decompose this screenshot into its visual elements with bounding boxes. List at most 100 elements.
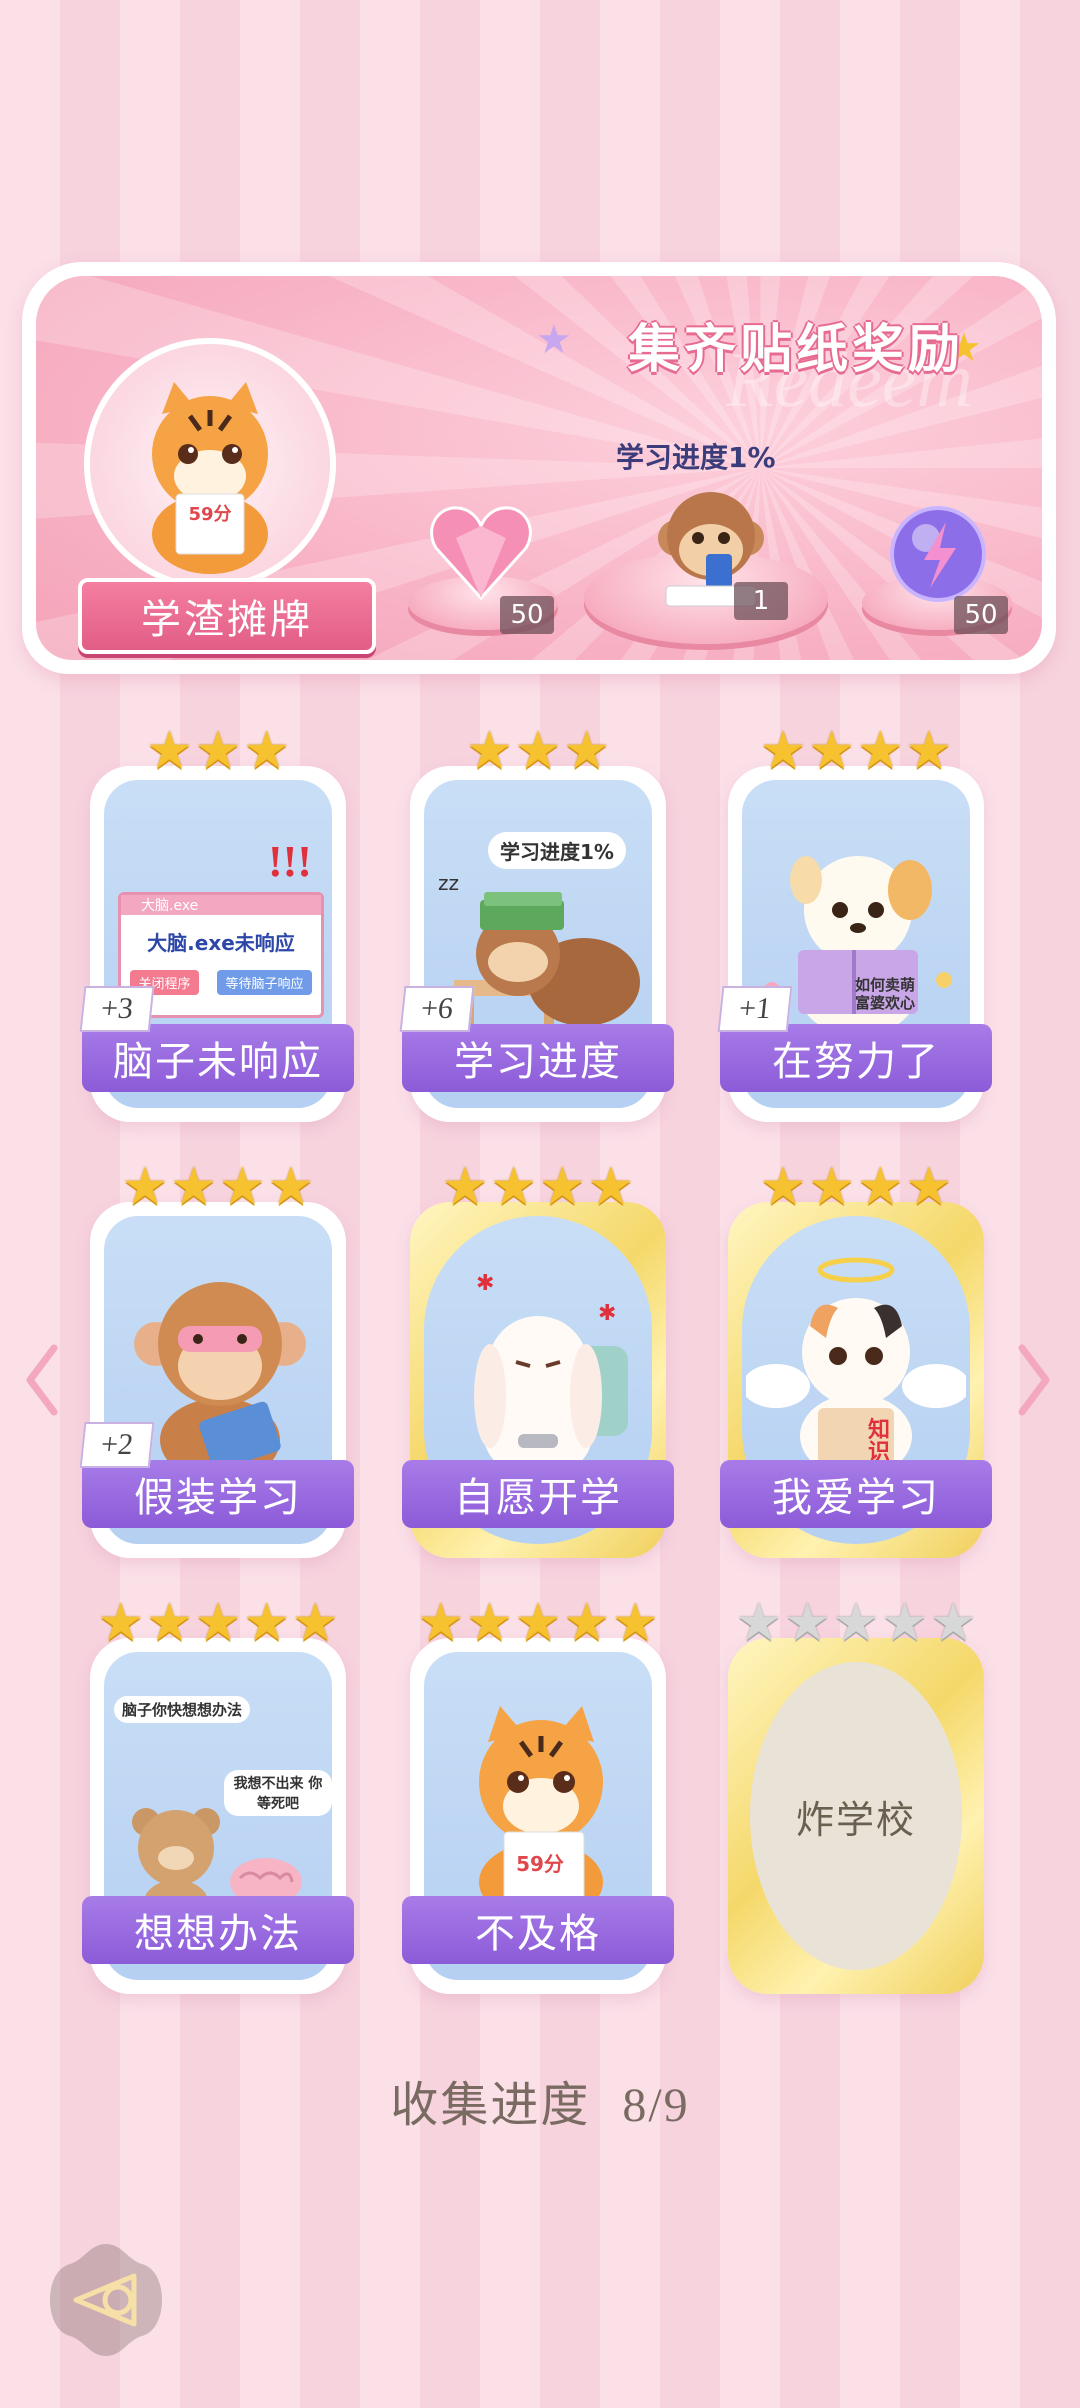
svg-text:✱: ✱ [476, 1271, 494, 1296]
star-icon: ★ [194, 723, 242, 780]
card-label: 脑子未响应 [82, 1024, 354, 1092]
star-icon: ★ [97, 1595, 145, 1652]
card-label: 自愿开学 [402, 1460, 674, 1528]
star-icon: ★ [784, 1595, 831, 1652]
card-label: 在努力了 [720, 1024, 992, 1092]
sticker-card[interactable]: ★ ★ ★ 学习进度1% zz 学习进度 +6 [399, 726, 674, 1122]
player-title-ribbon: 学渣摊牌 [78, 578, 376, 654]
star-icon: ★ [194, 1595, 242, 1652]
star-icon: ★ [759, 1159, 807, 1216]
collection-progress: 收集进度 8/9 [0, 2065, 1080, 2135]
star-icon: ★ [466, 723, 513, 780]
star-icon: ★ [808, 723, 855, 780]
star-icon: ★ [611, 1595, 659, 1652]
star-icon: ★ [267, 1159, 315, 1216]
collection-progress-value: 8/9 [622, 2079, 690, 2132]
star-icon: ★ [417, 1595, 465, 1652]
back-button[interactable] [46, 2240, 166, 2360]
star-icon: ★ [243, 1595, 290, 1652]
test-score: 59分 [516, 1852, 564, 1876]
star-icon: ★ [857, 1159, 904, 1216]
card-label: 想想办法 [82, 1896, 354, 1964]
star-rating: ★ ★ ★ [410, 726, 666, 778]
card-label: 我爱学习 [720, 1460, 992, 1528]
star-icon: ★ [121, 1159, 169, 1216]
svg-text:zz: zz [438, 871, 459, 895]
star-icon: ★ [832, 1595, 880, 1652]
bunny-icon: ✱ ✱ [474, 1271, 628, 1478]
star-rating: ★ ★ ★ ★ ★ [90, 1598, 346, 1650]
sticker-card[interactable]: ★ ★ ★ ★ ★ 脑子你快想想办法 我想不出来 你等死吧 想想办法 [82, 1598, 354, 1994]
player-avatar[interactable]: 59分 [84, 338, 336, 590]
star-icon: ★ [291, 1595, 339, 1652]
star-icon: ★ [146, 1595, 193, 1652]
star-icon: ★ [563, 723, 610, 780]
star-icon: ★ [243, 723, 290, 780]
reward-banner: Redeem ★ ★ 集齐贴纸奖励 59分 学渣摊牌 50 学习进度1% 1 5… [22, 262, 1056, 674]
star-icon: ★ [441, 1159, 489, 1216]
book-text: 知识 [868, 1418, 891, 1465]
banner-background: Redeem ★ ★ 集齐贴纸奖励 59分 学渣摊牌 50 学习进度1% 1 5… [36, 276, 1042, 660]
card-label: 假装学习 [82, 1460, 354, 1528]
star-icon: ★ [146, 723, 193, 780]
star-icon: ★ [170, 1159, 217, 1216]
speech-bubble: 脑子你快想想办法 [114, 1696, 251, 1723]
lightning-orb-icon[interactable] [886, 502, 990, 606]
speech-bubble: 学习进度1% [488, 832, 626, 869]
bonus-badge: +1 [717, 986, 793, 1032]
card-label: 不及格 [402, 1896, 674, 1964]
star-icon: ★ [219, 1159, 266, 1216]
sticker-card[interactable]: ★ ★ ★ ★ 假装学习 +2 [79, 1162, 354, 1558]
back-arrow-icon [50, 2244, 162, 2356]
bonus-badge: +6 [399, 986, 475, 1032]
sticker-card[interactable]: ★ ★ ★ ★ ★ 59分 不及格 [402, 1598, 674, 1994]
star-icon: ★ [759, 723, 807, 780]
star-icon: ★ [905, 723, 953, 780]
star-rating: ★ ★ ★ ★ [410, 1162, 666, 1214]
previous-page-button[interactable] [22, 1340, 62, 1420]
heart-gem-icon[interactable] [426, 498, 536, 608]
reward-count: 50 [500, 596, 554, 634]
star-rating: ★ ★ ★ ★ ★ [728, 1598, 984, 1650]
window-title: 大脑.exe [121, 895, 321, 915]
star-rating: ★ ★ ★ ★ ★ [410, 1598, 666, 1650]
star-icon: ★ [563, 1595, 610, 1652]
star-icon: ★ [929, 1595, 977, 1652]
star-icon: ★ [735, 1595, 783, 1652]
bonus-badge: +2 [79, 1422, 155, 1468]
next-page-button[interactable] [1014, 1340, 1054, 1420]
star-icon: ★ [857, 723, 904, 780]
star-icon: ★ [466, 1595, 513, 1652]
star-rating: ★ ★ ★ ★ [728, 726, 984, 778]
wait-button: 等待脑子响应 [217, 970, 312, 995]
chevron-left-icon [26, 1344, 58, 1416]
star-icon: ★ [514, 1595, 562, 1652]
sticker-card[interactable]: ★ ★ ★ 大脑.exe 大脑.exe未响应 关闭程序 等待脑子响应 !!! 脑子未… [79, 726, 354, 1122]
reward-count: 50 [954, 596, 1008, 634]
card-label: 学习进度 [402, 1024, 674, 1092]
angel-cat-icon [746, 1257, 966, 1478]
star-icon: ★ [490, 1159, 537, 1216]
sticker-card[interactable]: ★ ★ ★ ★ 知识 我爱学习 [720, 1162, 992, 1558]
star-icon: ★ [587, 1159, 635, 1216]
tiger-icon [479, 1706, 603, 1922]
star-icon: ★ [881, 1595, 928, 1652]
star-rating: ★ ★ ★ ★ [728, 1162, 984, 1214]
bonus-badge: +3 [79, 986, 155, 1032]
star-icon: ★ [514, 723, 562, 780]
star-rating: ★ ★ ★ ★ [90, 1162, 346, 1214]
error-message: 大脑.exe未响应 [147, 931, 295, 955]
purple-star-icon: ★ [536, 317, 572, 362]
exclamation-icon: !!! [268, 837, 312, 886]
collection-progress-label: 收集进度 [390, 2079, 591, 2132]
star-icon: ★ [905, 1159, 953, 1216]
locked-sticker-label: 炸学校 [750, 1662, 962, 1970]
book-text: 如何卖萌 富婆欢心 [854, 976, 915, 1012]
star-icon: ★ [539, 1159, 586, 1216]
sticker-card[interactable]: ★ ★ ★ ★ ✱ ✱ 自愿开学 [402, 1162, 674, 1558]
sticker-card-locked[interactable]: ★ ★ ★ ★ ★ 炸学校 [728, 1598, 984, 1994]
star-rating: ★ ★ ★ [90, 726, 346, 778]
sticker-card[interactable]: ★ ★ ★ ★ 如何卖萌 富婆欢心 在努力了 +1 [717, 726, 992, 1122]
reward-count: 1 [734, 582, 788, 620]
chevron-right-icon [1018, 1344, 1050, 1416]
